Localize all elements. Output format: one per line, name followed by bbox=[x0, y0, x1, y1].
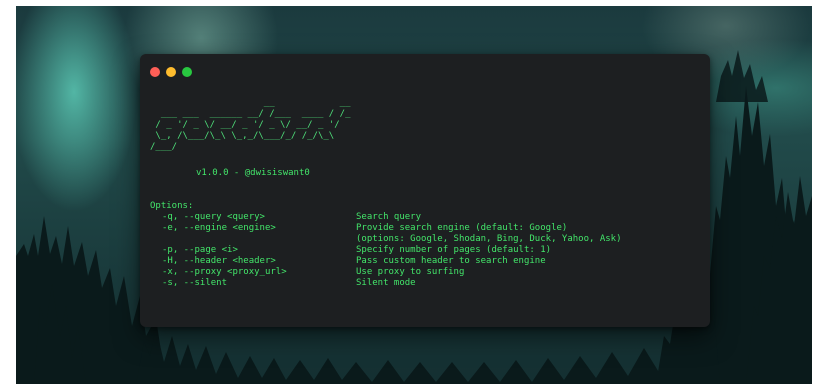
terminal-window: __ __ ___ ___ ______ __/ /___ ____ / /_ … bbox=[140, 54, 710, 327]
option-flag: -s, --silent bbox=[162, 278, 228, 288]
option-row: -e, --engine <engine> Provide search eng… bbox=[150, 223, 700, 234]
option-row: (options: Google, Shodan, Bing, Duck, Ya… bbox=[150, 234, 700, 245]
options-title: Options: bbox=[150, 201, 194, 211]
option-row: -H, --header <header> Pass custom header… bbox=[150, 256, 700, 267]
terminal-output: __ __ ___ ___ ______ __/ /___ ____ / /_ … bbox=[150, 98, 700, 319]
option-description: Silent mode bbox=[356, 278, 416, 288]
option-description: Use proxy to surfing bbox=[356, 267, 465, 277]
options-block: Options: -q, --query <query> Search quer… bbox=[150, 201, 700, 289]
option-row: -s, --silent Silent mode bbox=[150, 278, 700, 289]
option-description: (options: Google, Shodan, Bing, Duck, Ya… bbox=[356, 234, 622, 244]
screenshot-stage: __ __ ___ ___ ______ __/ /___ ____ / /_ … bbox=[0, 0, 823, 384]
option-description: Specify number of pages (default: 1) bbox=[356, 245, 552, 255]
option-description: Search query bbox=[356, 212, 422, 222]
minimize-window-button[interactable] bbox=[166, 67, 176, 77]
options-list: -q, --query <query> Search query -e, --e… bbox=[150, 212, 700, 289]
option-flag: -e, --engine <engine> bbox=[162, 223, 276, 233]
option-flag: -q, --query <query> bbox=[162, 212, 265, 222]
zoom-window-button[interactable] bbox=[182, 67, 192, 77]
option-row: -p, --page <i> Specify number of pages (… bbox=[150, 245, 700, 256]
option-description: Provide search engine (default: Google) bbox=[356, 223, 568, 233]
option-flag: -H, --header <header> bbox=[162, 256, 276, 266]
option-row: -x, --proxy <proxy_url> Use proxy to sur… bbox=[150, 267, 700, 278]
option-row: -q, --query <query> Search query bbox=[150, 212, 700, 223]
ascii-logo: __ __ ___ ___ ______ __/ /___ ____ / /_ … bbox=[150, 98, 351, 152]
option-description: Pass custom header to search engine bbox=[356, 256, 546, 266]
window-controls bbox=[150, 67, 192, 77]
option-flag: -p, --page <i> bbox=[162, 245, 238, 255]
option-flag: -x, --proxy <proxy_url> bbox=[162, 267, 287, 277]
option-flag bbox=[150, 234, 356, 245]
close-window-button[interactable] bbox=[150, 67, 160, 77]
version-line: v1.0.0 - @dwisiswant0 bbox=[196, 168, 310, 178]
